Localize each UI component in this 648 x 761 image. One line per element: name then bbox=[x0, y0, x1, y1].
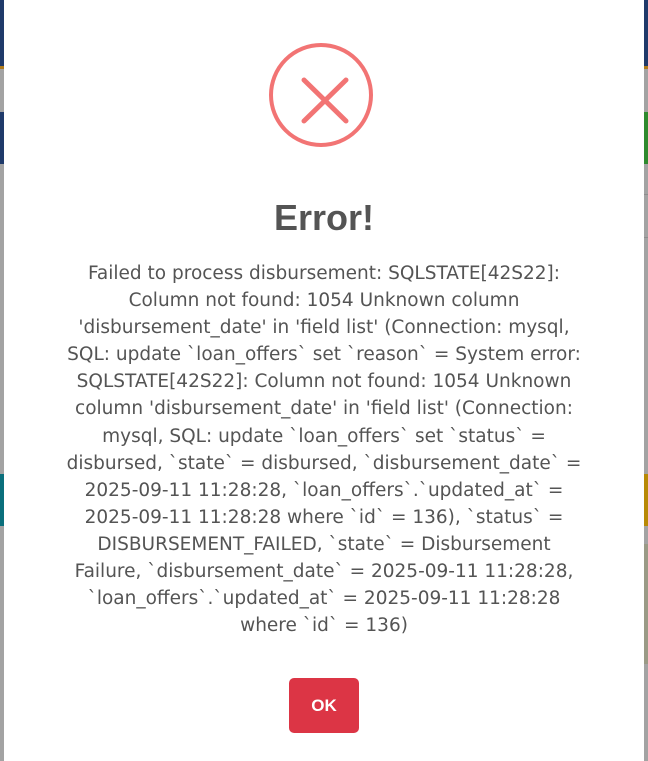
dialog-message-line: where `id` = 136) bbox=[240, 615, 408, 637]
dialog-message-line: disbursed, `state` = disbursed, `disburs… bbox=[66, 452, 582, 474]
dialog-message-line: DISBURSEMENT_FAILED, `state` = Disbursem… bbox=[97, 533, 551, 555]
dialog-message-line: column 'disbursement_date' in 'field lis… bbox=[75, 398, 573, 420]
dialog-title: Error! bbox=[273, 197, 375, 238]
dialog-message-line: Failed to process disbursement: SQLSTATE… bbox=[87, 263, 561, 284]
dialog-message: Failed to process disbursement: SQLSTATE… bbox=[34, 260, 614, 639]
dialog-message-line: `loan_offers`.`updated_at` = 2025-09-11 … bbox=[87, 588, 561, 610]
dialog-message-line: 'disbursement_date' in 'field list' (Con… bbox=[78, 317, 570, 339]
dialog-message-line: SQL: update `loan_offers` set `reason` =… bbox=[67, 344, 581, 366]
ok-button[interactable]: OK bbox=[289, 678, 359, 733]
x-mark-icon bbox=[301, 77, 349, 124]
dialog-message-line: SQLSTATE[42S22]: Column not found: 1054 … bbox=[76, 371, 572, 393]
dialog-message-line: Column not found: 1054 Unknown column bbox=[128, 290, 520, 312]
dialog-message-line: Failure, `disbursement_date` = 2025-09-1… bbox=[74, 561, 574, 583]
error-dialog: Error! Failed to process disbursement: S… bbox=[4, 0, 644, 761]
dialog-message-line: mysql, SQL: update `loan_offers` set `st… bbox=[102, 425, 546, 447]
dialog-message-line: 2025-09-11 11:28:28, `loan_offers`.`upda… bbox=[84, 479, 564, 501]
dialog-message-line: 2025-09-11 11:28:28 where `id` = 136), `… bbox=[84, 506, 564, 528]
error-x-icon bbox=[269, 43, 373, 147]
